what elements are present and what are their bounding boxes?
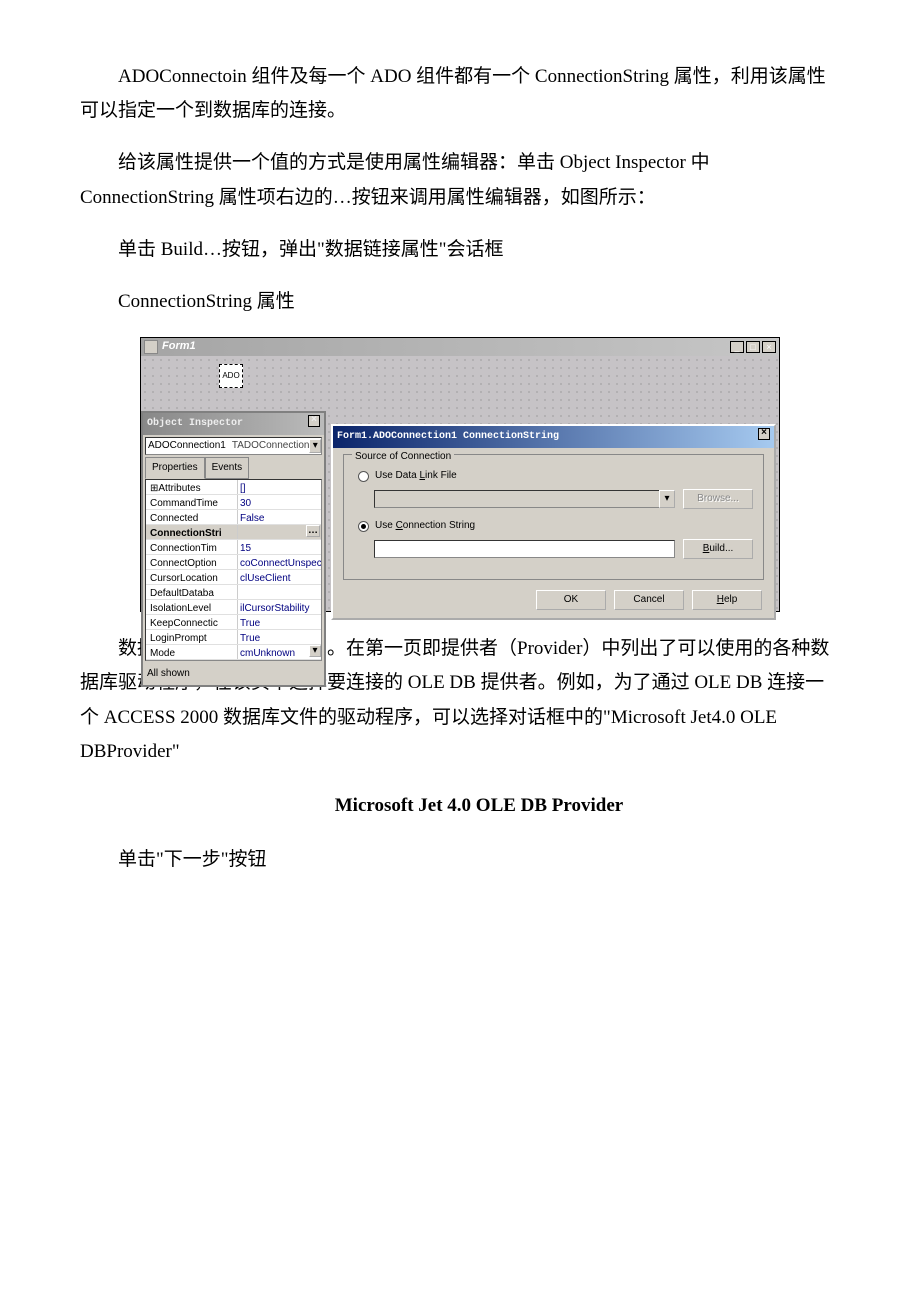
inspector-titlebar: Object Inspector × xyxy=(143,413,324,435)
prop-val[interactable]: ilCursorStability xyxy=(238,600,321,614)
component-class: TADOConnection xyxy=(228,437,310,455)
paragraph: 单击"下一步"按钮 xyxy=(80,843,840,877)
dialog-button-row: OK Cancel Help xyxy=(343,590,764,610)
prop-key: ConnectionStri xyxy=(146,525,238,539)
prop-key: ⊞Attributes xyxy=(146,480,238,494)
inspector-close-button[interactable]: × xyxy=(308,415,320,427)
radio-use-data-link-file[interactable]: Use Data Link File xyxy=(358,467,753,485)
dialog-body: Source of Connection Use Data Link File … xyxy=(333,448,774,618)
property-table: ⊞Attributes[] CommandTime30 ConnectedFal… xyxy=(145,479,322,661)
prop-val[interactable] xyxy=(238,525,306,539)
property-row[interactable]: KeepConnecticTrue xyxy=(146,615,321,630)
ok-button[interactable]: OK xyxy=(536,590,606,610)
combo-dropdown-icon[interactable]: ▾ xyxy=(309,439,321,453)
cancel-button[interactable]: Cancel xyxy=(614,590,684,610)
radio-use-connection-string[interactable]: Use Connection String xyxy=(358,517,753,535)
build-button[interactable]: Build... xyxy=(683,539,753,559)
radio-label: Use Connection String xyxy=(375,517,475,535)
connection-string-input[interactable] xyxy=(374,540,675,558)
property-row[interactable]: ⊞Attributes[] xyxy=(146,480,321,495)
source-of-connection-group: Source of Connection Use Data Link File … xyxy=(343,454,764,580)
screenshot-form1: Form1 _ □ × ADO www.bdocx.com Object Ins… xyxy=(140,337,780,612)
property-row[interactable]: ConnectOptioncoConnectUnspecifi xyxy=(146,555,321,570)
connectionstring-dialog: Form1.ADOConnection1 ConnectionString × … xyxy=(331,424,776,620)
prop-key: CursorLocation xyxy=(146,570,238,584)
prop-key: IsolationLevel xyxy=(146,600,238,614)
dropdown-icon: ▾ xyxy=(659,490,675,508)
paragraph: 给该属性提供一个值的方式是使用属性编辑器：单击 Object Inspector… xyxy=(80,146,840,214)
component-combo[interactable]: ADOConnection1 TADOConnection ▾ xyxy=(145,437,322,455)
dialog-close-button[interactable]: × xyxy=(758,428,770,440)
prop-key: ConnectionTim xyxy=(146,540,238,554)
property-row[interactable]: IsolationLevelilCursorStability xyxy=(146,600,321,615)
group-legend: Source of Connection xyxy=(352,448,454,466)
prop-val[interactable]: 30 xyxy=(238,495,321,509)
inspector-title: Object Inspector xyxy=(147,415,243,433)
component-name: ADOConnection1 xyxy=(146,437,228,455)
property-row[interactable]: LoginPromptTrue xyxy=(146,630,321,645)
prop-val[interactable] xyxy=(238,585,321,599)
inspector-tabs: Properties Events xyxy=(145,457,322,479)
form-icon xyxy=(144,340,158,354)
prop-key: KeepConnectic xyxy=(146,615,238,629)
ellipsis-button[interactable]: … xyxy=(306,525,320,537)
status-all-shown: All shown xyxy=(143,663,324,685)
prop-val[interactable]: False xyxy=(238,510,321,524)
prop-val[interactable]: True xyxy=(238,615,321,629)
prop-val[interactable]: [] xyxy=(238,480,321,494)
section-heading: Microsoft Jet 4.0 OLE DB Provider xyxy=(80,789,840,823)
property-row[interactable]: DefaultDataba xyxy=(146,585,321,600)
prop-val[interactable]: cmUnknown xyxy=(238,645,309,659)
prop-val[interactable]: coConnectUnspecifi xyxy=(238,555,321,569)
window-buttons: _ □ × xyxy=(730,341,776,353)
paragraph: 单击 Build…按钮，弹出"数据链接属性"会话框 xyxy=(80,233,840,267)
help-button[interactable]: Help xyxy=(692,590,762,610)
dialog-title: Form1.ADOConnection1 ConnectionString xyxy=(337,428,559,446)
radio-icon xyxy=(358,521,369,532)
tab-events[interactable]: Events xyxy=(205,457,250,479)
adoconnection-component[interactable]: ADO xyxy=(219,364,243,388)
paragraph: ADOConnectoin 组件及每一个 ADO 组件都有一个 Connecti… xyxy=(80,60,840,128)
form1-title: Form1 xyxy=(162,337,730,357)
prop-key: ConnectOption xyxy=(146,555,238,569)
radio-label: Use Data Link File xyxy=(375,467,457,485)
minimize-button[interactable]: _ xyxy=(730,341,744,353)
prop-val[interactable]: 15 xyxy=(238,540,321,554)
prop-val[interactable]: True xyxy=(238,630,321,644)
data-link-file-row: ▾ Browse... xyxy=(374,489,753,509)
prop-key: CommandTime xyxy=(146,495,238,509)
prop-key: Connected xyxy=(146,510,238,524)
property-row[interactable]: CommandTime30 xyxy=(146,495,321,510)
connection-string-row: Build... xyxy=(374,539,753,559)
radio-icon xyxy=(358,471,369,482)
object-inspector: Object Inspector × ADOConnection1 TADOCo… xyxy=(141,411,326,687)
dropdown-icon[interactable]: ▾ xyxy=(309,645,321,657)
property-row[interactable]: ModecmUnknown▾ xyxy=(146,645,321,660)
prop-key: DefaultDataba xyxy=(146,585,238,599)
prop-key: Mode xyxy=(146,645,238,659)
tab-properties[interactable]: Properties xyxy=(145,457,205,479)
paragraph: ConnectionString 属性 xyxy=(80,285,840,319)
close-button[interactable]: × xyxy=(762,341,776,353)
data-link-file-input xyxy=(374,490,660,508)
property-row[interactable]: CursorLocationclUseClient xyxy=(146,570,321,585)
form-canvas: ADO www.bdocx.com Object Inspector × ADO… xyxy=(141,356,779,611)
maximize-button[interactable]: □ xyxy=(746,341,760,353)
property-row-connectionstring[interactable]: ConnectionStri … xyxy=(146,525,321,540)
property-row[interactable]: ConnectedFalse xyxy=(146,510,321,525)
prop-key: LoginPrompt xyxy=(146,630,238,644)
form1-titlebar: Form1 _ □ × xyxy=(141,338,779,356)
browse-button: Browse... xyxy=(683,489,753,509)
property-row[interactable]: ConnectionTim15 xyxy=(146,540,321,555)
prop-val[interactable]: clUseClient xyxy=(238,570,321,584)
dialog-titlebar: Form1.ADOConnection1 ConnectionString × xyxy=(333,426,774,448)
